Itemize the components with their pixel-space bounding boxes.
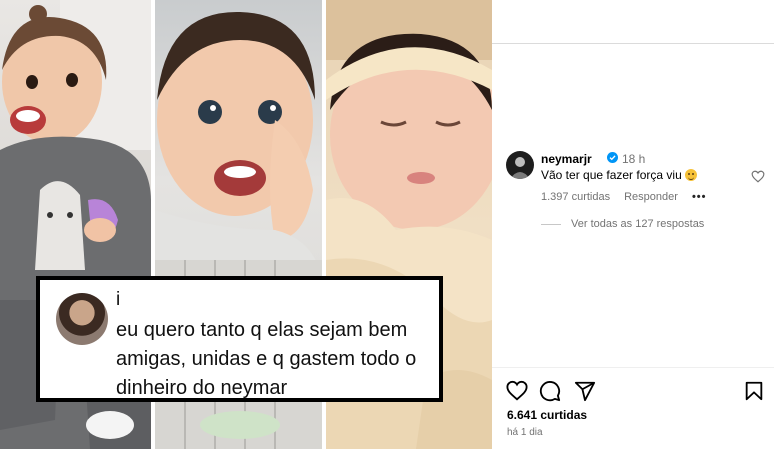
bookmark-icon[interactable] — [743, 380, 765, 402]
comment-item: neymarjr 18 h Vão ter que fazer força vi… — [506, 151, 768, 211]
quote-avatar — [56, 293, 108, 345]
comment-bubble-icon[interactable] — [539, 380, 561, 402]
actions-divider — [492, 367, 774, 368]
comment-heart-icon[interactable] — [751, 170, 765, 183]
comment-meta: 1.397 curtidas Responder ••• — [541, 191, 707, 203]
more-options-icon[interactable]: ••• — [692, 191, 707, 203]
header-divider — [492, 43, 774, 44]
share-paper-plane-icon[interactable] — [574, 380, 596, 402]
post-image: i eu quero tanto q elas sejam bem amigas… — [0, 0, 492, 449]
comment-time: 18 h — [622, 152, 646, 166]
comment-username[interactable]: neymarjr — [541, 152, 592, 166]
view-replies-button[interactable]: Ver todas as 127 respostas — [541, 218, 704, 230]
grinning-face-emoji-icon — [684, 169, 697, 181]
comment-text: Vão ter que fazer força viu — [541, 168, 697, 182]
view-replies-label: Ver todas as 127 respostas — [571, 218, 705, 230]
post-likes[interactable]: 6.641 curtidas — [507, 408, 587, 422]
reply-button[interactable]: Responder — [624, 191, 678, 203]
quote-username: i — [116, 289, 121, 310]
heart-icon[interactable] — [506, 380, 528, 402]
comment-likes[interactable]: 1.397 curtidas — [541, 191, 610, 203]
quote-card: i eu quero tanto q elas sejam bem amigas… — [36, 276, 443, 402]
verified-badge-icon — [607, 152, 618, 163]
avatar-silhouette-icon — [510, 157, 530, 179]
replies-divider — [541, 223, 561, 225]
comment-text-body: Vão ter que fazer força viu — [541, 168, 682, 182]
quote-text: eu quero tanto q elas sejam bem amigas, … — [116, 319, 417, 399]
comments-panel: neymarjr 18 h Vão ter que fazer força vi… — [492, 0, 774, 449]
comment-avatar[interactable] — [506, 151, 534, 179]
post-date[interactable]: há 1 dia — [507, 427, 543, 438]
